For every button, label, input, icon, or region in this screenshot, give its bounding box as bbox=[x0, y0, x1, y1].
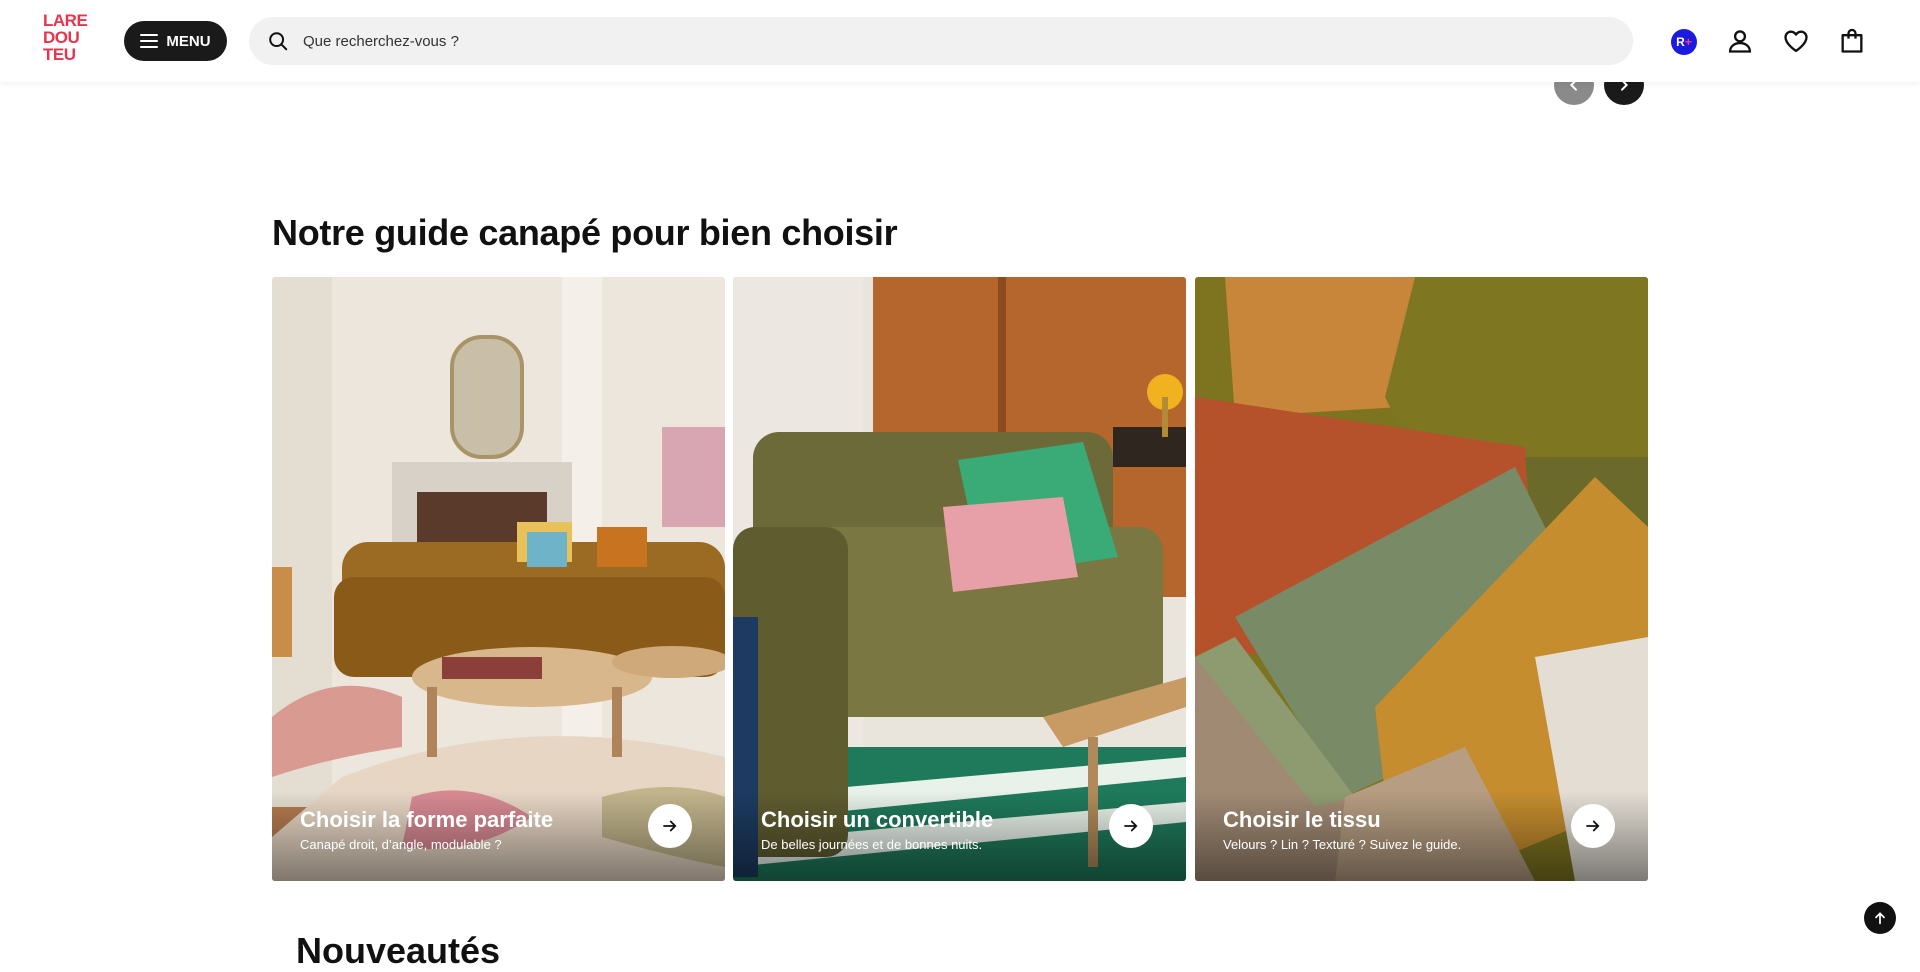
card-subtitle: Velours ? Lin ? Texturé ? Suivez le guid… bbox=[1223, 837, 1462, 852]
rplus-r: R bbox=[1676, 35, 1685, 49]
heart-icon bbox=[1784, 30, 1808, 53]
user-icon bbox=[1728, 30, 1752, 53]
search-bar[interactable] bbox=[249, 17, 1633, 65]
card-subtitle: De belles journées et de bonnes nuits. bbox=[761, 837, 983, 852]
guide-card-shape[interactable]: Choisir la forme parfaite Canapé droit, … bbox=[272, 277, 725, 881]
rplus-badge[interactable]: R + bbox=[1671, 29, 1697, 55]
arrow-right-icon bbox=[1586, 820, 1600, 832]
guide-card-fabric[interactable]: Choisir le tissu Velours ? Lin ? Texturé… bbox=[1195, 277, 1648, 881]
section-title: Notre guide canapé pour bien choisir bbox=[272, 212, 898, 253]
arrow-up-icon bbox=[1875, 912, 1885, 925]
cart-button[interactable] bbox=[1835, 24, 1869, 58]
account-button[interactable] bbox=[1723, 24, 1757, 58]
guide-card-convertible[interactable]: Choisir un convertible De belles journée… bbox=[733, 277, 1186, 881]
card-title: Choisir le tissu bbox=[1223, 807, 1381, 832]
logo-line-2: DOU bbox=[43, 28, 80, 47]
card-arrow-button[interactable] bbox=[1571, 804, 1615, 848]
card-arrow-button[interactable] bbox=[648, 804, 692, 848]
menu-icon bbox=[140, 34, 159, 48]
card-subtitle: Canapé droit, d’angle, modulable ? bbox=[300, 837, 502, 852]
arrow-right-icon bbox=[1124, 820, 1138, 832]
wishlist-button[interactable] bbox=[1779, 24, 1813, 58]
brand-logo[interactable]: LARE DOU TEU bbox=[43, 12, 101, 70]
card-title: Choisir la forme parfaite bbox=[300, 807, 554, 832]
menu-label: MENU bbox=[166, 32, 211, 50]
arrow-right-icon bbox=[663, 820, 677, 832]
back-to-top-button[interactable] bbox=[1864, 902, 1896, 934]
guide-cards: Choisir la forme parfaite Canapé droit, … bbox=[272, 277, 1648, 881]
new-arrivals-title: Nouveautés bbox=[296, 930, 501, 971]
logo-line-1: LARE bbox=[43, 11, 88, 30]
search-input[interactable] bbox=[301, 31, 1505, 51]
search-icon bbox=[269, 32, 288, 51]
card-title: Choisir un convertible bbox=[761, 807, 994, 832]
logo-line-3: TEU bbox=[43, 45, 76, 64]
card-arrow-button[interactable] bbox=[1109, 804, 1153, 848]
site-header: LARE DOU TEU MENU R+ bbox=[0, 0, 1920, 82]
rplus-plus: + bbox=[1684, 35, 1692, 49]
menu-button[interactable]: MENU bbox=[124, 21, 227, 61]
bag-icon bbox=[1841, 28, 1863, 53]
